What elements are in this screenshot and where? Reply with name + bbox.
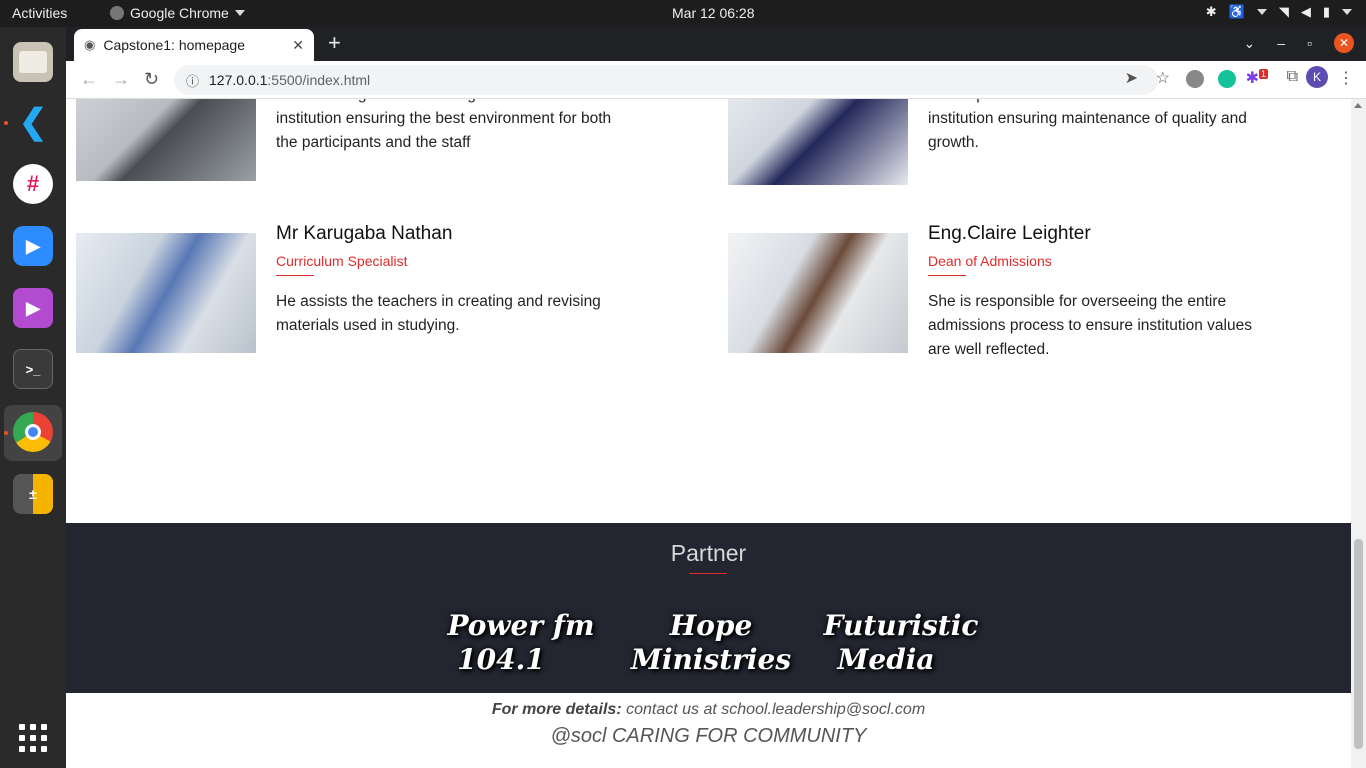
team-member-info: She supervises and stirrs all activites … <box>928 99 1268 155</box>
team-member-photo <box>76 99 256 181</box>
chrome-icon[interactable] <box>13 412 53 452</box>
minimize-button[interactable]: – <box>1277 35 1285 51</box>
team-member-name: Mr Karugaba Nathan <box>276 223 453 244</box>
app-menu-label: Google Chrome <box>130 5 229 21</box>
partner-logo: Power fm 104.1 <box>436 609 606 677</box>
show-applications-icon[interactable] <box>19 724 47 752</box>
details-label: For more details: <box>491 701 622 718</box>
battery-icon: ▮ <box>1322 4 1330 19</box>
zoom-icon[interactable]: ▶ <box>13 226 53 266</box>
team-member-info: Eng.Claire Leighter Dean of Admissions S… <box>928 223 1268 362</box>
partner-name: Futuristic <box>823 609 979 642</box>
activities-button[interactable]: Activities <box>12 5 67 21</box>
bookmark-star-icon[interactable]: ☆ <box>1156 68 1170 88</box>
partner-logo: Futuristic Media <box>816 609 986 677</box>
team-member-description: She is responsible for overseeing the en… <box>928 293 1252 358</box>
grammarly-icon[interactable] <box>1218 70 1236 88</box>
team-member-role: Curriculum Specialist <box>276 253 408 269</box>
new-tab-button[interactable]: + <box>328 32 341 54</box>
partner-section: Partner Power fm 104.1 Hope Ministries F… <box>66 523 1351 693</box>
team-member-photo <box>76 233 256 353</box>
scrollbar-thumb[interactable] <box>1354 539 1363 749</box>
volume-icon: ◀ <box>1300 4 1311 19</box>
page-viewport: He is incharge of overlooking activites … <box>66 99 1351 768</box>
team-member-photo <box>728 233 908 353</box>
team-member-info: Mr Karugaba Nathan Curriculum Specialist… <box>276 223 616 338</box>
team-member-card: He is incharge of overlooking activites … <box>76 99 676 213</box>
chevron-down-icon <box>1256 9 1267 15</box>
more-menu-icon[interactable]: ⋮ <box>1338 68 1354 88</box>
page-scrollbar[interactable] <box>1351 99 1366 768</box>
partner-name-line2: Media <box>837 643 935 676</box>
files-icon[interactable] <box>13 42 53 82</box>
address-bar[interactable]: ⓘ 127.0.0.1:5500/index.html <box>174 65 1158 95</box>
team-member-role: Dean of Admissions <box>928 253 1052 269</box>
team-member-photo <box>728 99 908 185</box>
extensions-puzzle-icon[interactable]: ⧉ <box>1287 68 1298 86</box>
wifi-icon: ◥ <box>1278 4 1289 19</box>
extension-gear-icon[interactable] <box>1186 70 1204 88</box>
url-path: :5500/index.html <box>267 72 371 88</box>
tab-homepage[interactable]: ◉ Capstone1: homepage ✕ <box>74 29 314 61</box>
accessibility-icon[interactable]: ♿ <box>1229 4 1245 20</box>
extension-badge: 1 <box>1258 68 1268 79</box>
send-icon[interactable]: ➤ <box>1125 68 1138 88</box>
close-window-button[interactable]: ✕ <box>1334 33 1354 53</box>
system-tray[interactable]: ✱ ♿ ◥ ◀ ▮ <box>1206 4 1352 20</box>
media-player-icon[interactable]: ▶ <box>13 288 53 328</box>
footer-tagline: @socl CARING FOR COMMUNITY <box>550 725 867 747</box>
url-host: 127.0.0.1 <box>209 72 268 88</box>
clock[interactable]: Mar 12 06:28 <box>672 5 755 21</box>
running-indicator <box>4 431 8 435</box>
slack-tray-icon[interactable]: ✱ <box>1206 4 1217 20</box>
system-top-bar: Activities Google Chrome Mar 12 06:28 ✱ … <box>0 0 1366 27</box>
accent-rule <box>689 573 727 574</box>
scroll-up-arrow[interactable] <box>1354 103 1362 108</box>
site-info-icon[interactable]: ⓘ <box>186 71 199 90</box>
contact-footer: For more details: contact us at school.l… <box>66 693 1351 768</box>
slack-icon[interactable]: # <box>13 164 53 204</box>
browser-toolbar: ← → ↻ ⓘ 127.0.0.1:5500/index.html ➤ ☆ ✱ 1… <box>66 61 1366 99</box>
close-tab-icon[interactable]: ✕ <box>292 37 304 54</box>
chevron-down-icon <box>1342 9 1352 15</box>
forward-button[interactable]: → <box>112 69 130 90</box>
profile-avatar[interactable]: K <box>1306 66 1328 88</box>
team-member-info: He is incharge of overlooking activites … <box>276 99 616 155</box>
reload-button[interactable]: ↻ <box>144 69 159 90</box>
calculator-icon[interactable]: ± <box>13 474 53 514</box>
globe-icon: ◉ <box>84 37 96 52</box>
chrome-icon <box>110 6 124 20</box>
team-member-description: He assists the teachers in creating and … <box>276 293 601 334</box>
tab-search-icon[interactable]: ⌄ <box>1244 35 1256 52</box>
partner-name-line2: 104.1 <box>457 643 545 676</box>
browser-tab-bar: ◉ Capstone1: homepage ✕ + ⌄ – ▫ ✕ <box>66 27 1366 61</box>
partner-logo: Hope Ministries <box>626 609 796 677</box>
accent-rule <box>276 275 314 276</box>
dock: ❮ # ▶ ▶ >_ ± <box>0 27 66 768</box>
vscode-icon[interactable]: ❮ <box>13 102 53 142</box>
app-menu[interactable]: Google Chrome <box>110 5 245 21</box>
team-member-name: Eng.Claire Leighter <box>928 223 1091 244</box>
partner-title: Partner <box>670 540 747 566</box>
details-text: contact us at school.leadership@socl.com <box>621 701 926 718</box>
terminal-icon[interactable]: >_ <box>13 349 53 389</box>
team-member-card: Mr Karugaba Nathan Curriculum Specialist… <box>76 223 676 363</box>
back-button[interactable]: ← <box>80 69 98 90</box>
tab-title: Capstone1: homepage <box>103 37 246 53</box>
maximize-button[interactable]: ▫ <box>1307 35 1312 51</box>
team-member-description: She supervises and stirrs all activites … <box>928 99 1247 151</box>
accent-rule <box>928 275 966 276</box>
contact-details: For more details: contact us at school.l… <box>66 701 1351 719</box>
running-indicator <box>4 121 8 125</box>
partner-name-line2: Ministries <box>630 643 792 676</box>
extension-asterisk-icon[interactable]: ✱ 1 <box>1246 68 1268 88</box>
partner-name: Power fm <box>447 609 595 642</box>
team-member-description: He is incharge of overlooking activites … <box>276 99 612 151</box>
team-member-card: Eng.Claire Leighter Dean of Admissions S… <box>728 223 1328 363</box>
window-controls: ⌄ – ▫ ✕ <box>1244 33 1354 53</box>
chevron-down-icon <box>234 10 245 16</box>
partner-name: Hope <box>669 609 753 642</box>
team-member-card: She supervises and stirrs all activites … <box>728 99 1328 213</box>
